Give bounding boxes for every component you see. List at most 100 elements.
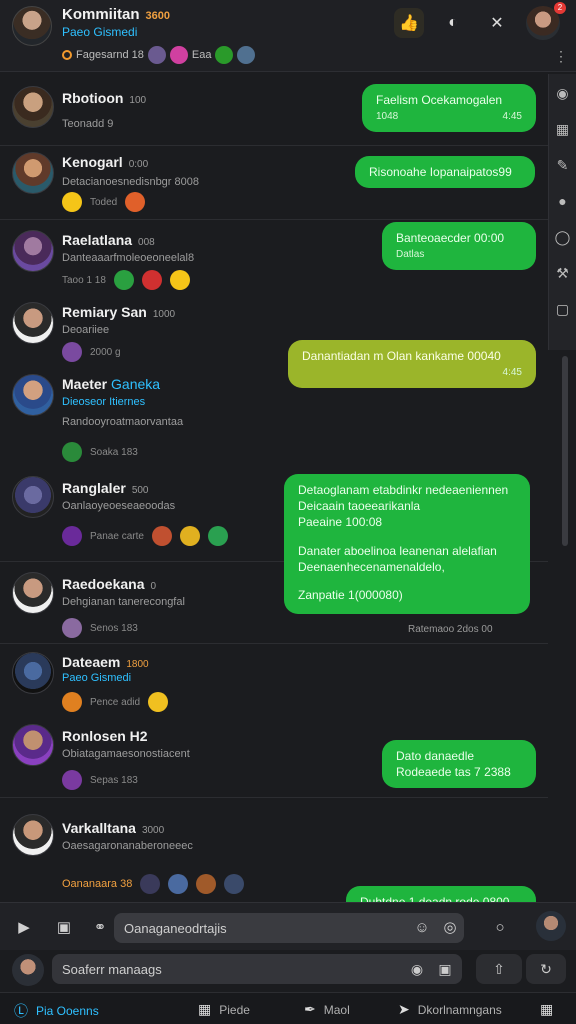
members-text: Fagesarnd 18: [76, 49, 144, 61]
bubble-time: 4:45: [502, 111, 522, 123]
gif-icon[interactable]: ◎: [438, 915, 462, 939]
avatar[interactable]: [12, 572, 54, 614]
message-bubble[interactable]: Faelism Ocekamogalen 1048 4:45: [362, 84, 536, 132]
list-item[interactable]: Ronlosen H2 Obiatagamaesonostiacent Sepa…: [0, 714, 548, 798]
share-icon[interactable]: ⇧: [476, 954, 522, 984]
preview-text: Deoariiee: [62, 324, 110, 336]
bubble-text: Dato danaedle: [396, 749, 475, 763]
sender-name: Rbotioon 100: [62, 90, 147, 106]
emoji-icon: [62, 526, 82, 546]
grid-icon: ▦: [540, 1001, 554, 1017]
more-options-icon[interactable]: ⋮: [554, 48, 568, 65]
emoji-icon[interactable]: ◉: [554, 84, 572, 102]
list-item[interactable]: Raelatlana 008 Danteaaarfmoleoeoneelal8 T…: [0, 220, 548, 294]
emoji-icon: [207, 526, 228, 546]
chat-bubble-icon[interactable]: ◐: [438, 8, 468, 38]
message-bubble[interactable]: Duhtdne 1 deadn rode 0800: [346, 886, 536, 902]
play-icon[interactable]: ▶: [12, 915, 36, 939]
list-item[interactable]: Remiary San 1000 Deoariiee 2000 g Dananti…: [0, 294, 548, 388]
attach-icon[interactable]: ⚭: [88, 915, 112, 939]
avatar[interactable]: [12, 374, 54, 416]
home-icon: Ⓛ: [14, 1003, 28, 1019]
message-bubble[interactable]: Banteoaecder 00:00 Datlas: [382, 222, 536, 270]
list-item[interactable]: Kenogarl 0:00 Detacianoesnedisnbgr 8008 T…: [0, 146, 548, 220]
preview-text: Oanlaoyeoeseaeoodas: [62, 500, 176, 512]
chat-subtitle: Paeo Gismedi: [62, 25, 138, 39]
image-icon[interactable]: ▣: [432, 954, 458, 984]
bubble-text: Duhtdne 1 deadn rode 0800: [360, 895, 510, 902]
avatar[interactable]: [12, 724, 54, 766]
member-avatar: [237, 46, 256, 64]
bubble-text: Paeaine 100:08: [298, 515, 383, 530]
sender-name: Ranglaler 500: [62, 480, 149, 496]
search-input[interactable]: [52, 954, 462, 984]
feed-icon: ▦: [198, 1001, 212, 1017]
nav-item-home[interactable]: Ⓛ Pia Ooenns: [14, 1001, 99, 1021]
plane-icon: ➤: [398, 1001, 410, 1017]
sender-name: Varkalltana 3000: [62, 820, 165, 836]
avatar[interactable]: [12, 476, 54, 518]
avatar[interactable]: [12, 86, 54, 128]
pen-icon: ✒: [304, 1001, 316, 1017]
bubble-timestamp: 1048: [376, 111, 399, 123]
building-icon[interactable]: ▦: [554, 120, 572, 138]
sticker-icon[interactable]: ☺: [410, 915, 434, 939]
message-bubble[interactable]: Risonoahe Iopanaipatos99: [355, 156, 535, 189]
avatar[interactable]: [12, 814, 54, 856]
header-actions: 👍 ◐ ✕ 2: [394, 2, 566, 40]
members-row[interactable]: Fagesarnd 18 Eaa: [62, 46, 256, 64]
avatar[interactable]: [12, 652, 54, 694]
nav-item-feed[interactable]: ▦ Piede: [198, 1001, 250, 1018]
game-icon[interactable]: ●: [554, 192, 572, 210]
thumbs-up-icon[interactable]: 👍: [394, 8, 424, 38]
nav-label: Dkorlnamngans: [417, 1002, 502, 1017]
user-avatar[interactable]: [536, 911, 566, 941]
members-extra: Eaa: [191, 49, 212, 61]
panel-icon[interactable]: ▢: [554, 300, 572, 318]
avatar[interactable]: [12, 230, 54, 272]
list-item[interactable]: Ratemaoo 2dos 00 Raedoekana 0 Dehgianan t…: [0, 562, 548, 644]
camera-icon[interactable]: ◉: [404, 954, 430, 984]
refresh-icon[interactable]: ↻: [526, 954, 566, 984]
message-bubble[interactable]: Dato danaedle Rodeaede tas 7 2388: [382, 740, 536, 789]
reaction-row: Senos 183: [62, 618, 138, 638]
avatar[interactable]: [12, 152, 54, 194]
emoji-icon: [62, 692, 82, 712]
nav-item-settings[interactable]: ➤ Dkorlnamngans: [398, 1001, 502, 1018]
avatar[interactable]: [12, 302, 54, 344]
preview-text: Teonadd 9: [62, 118, 114, 130]
emoji-reaction-icon[interactable]: ○: [488, 915, 512, 939]
emoji-icon: [113, 270, 134, 290]
reaction-text: Pence adid: [90, 696, 141, 708]
gallery-icon[interactable]: ▣: [52, 915, 76, 939]
close-icon[interactable]: ✕: [482, 8, 512, 38]
sender-name: Dateaem 1800: [62, 654, 149, 670]
nav-item-mail[interactable]: ✒ Maol: [304, 1001, 350, 1018]
chat-header: Kommiitan 3600 Paeo Gismedi Fagesarnd 18 …: [0, 0, 576, 72]
emoji-icon: [196, 874, 217, 894]
reaction-row: Toded: [62, 192, 146, 212]
sender-name: Remiary San 1000: [62, 304, 176, 320]
sticker-icon[interactable]: ✎: [554, 156, 572, 174]
tools-icon[interactable]: ⚒: [554, 264, 572, 282]
chat-title: Kommiitan 3600: [62, 6, 170, 23]
member-avatar: [147, 46, 166, 64]
list-item[interactable]: Rbotioon 100 Teonadd 9 Faelism Ocekamogal…: [0, 72, 548, 146]
preview-text: Dehgianan tanerecongfal: [62, 596, 185, 608]
scrollbar[interactable]: [562, 356, 568, 546]
members-ring-icon: [62, 50, 72, 60]
group-avatar[interactable]: [12, 6, 52, 46]
composer-bar: ▶ ▣ ⚭ ☺ ◎ ○: [0, 902, 576, 950]
list-item[interactable]: Maeter Ganeka Dieoseor Itiernes Randooyr…: [0, 368, 548, 466]
avatar[interactable]: [12, 954, 44, 986]
user-icon[interactable]: ◯: [554, 228, 572, 246]
list-item[interactable]: Ranglaler 500 Oanlaoyeoeseaeoodas Panae c…: [0, 466, 548, 614]
member-avatar: [215, 46, 234, 64]
bubble-text: Danantiadan m Olan kankame 00040: [302, 349, 501, 363]
profile-avatar[interactable]: 2: [526, 2, 566, 40]
preview-title: Dieoseor Itiernes: [62, 396, 146, 408]
list-item[interactable]: Dateaem 1800 Paeo Gismedi Pence adid: [0, 644, 548, 714]
bubble-footer: Ratemaoo 2dos 00: [408, 624, 493, 635]
nav-item-grid[interactable]: ▦: [540, 1001, 553, 1018]
list-item[interactable]: Varkalltana 3000 Oaesagaronanaberoneeec O…: [0, 798, 548, 902]
